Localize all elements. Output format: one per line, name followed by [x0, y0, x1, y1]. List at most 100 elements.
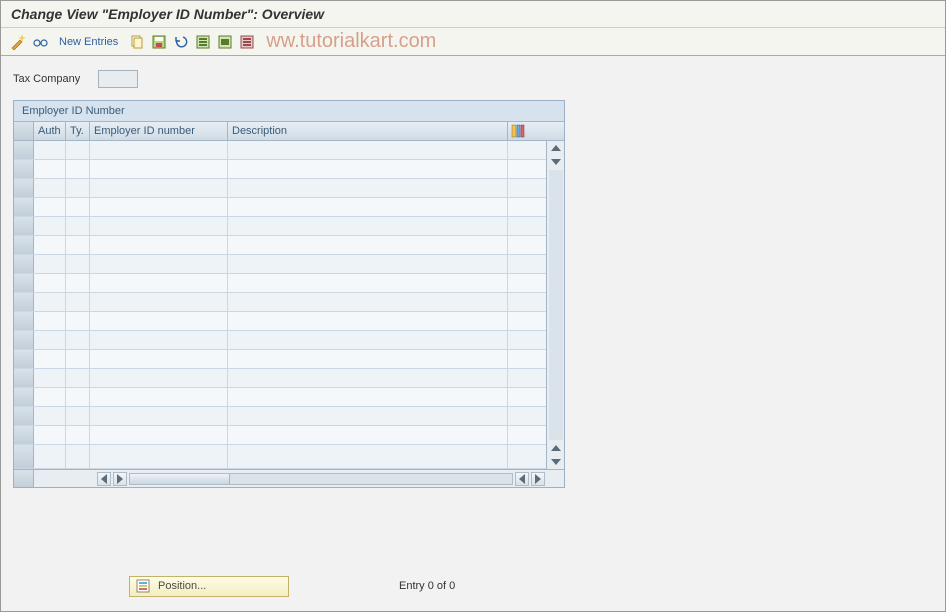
table-cell[interactable]: [34, 388, 66, 406]
table-cell[interactable]: [228, 255, 508, 273]
table-cell[interactable]: [228, 312, 508, 330]
table-cell[interactable]: [66, 179, 90, 197]
table-cell[interactable]: [90, 331, 228, 349]
table-cell[interactable]: [90, 179, 228, 197]
table-row[interactable]: [14, 293, 546, 312]
table-cell[interactable]: [14, 236, 34, 254]
deselect-icon[interactable]: [238, 33, 256, 51]
copy-icon[interactable]: [128, 33, 146, 51]
table-cell[interactable]: [90, 293, 228, 311]
scroll-up-icon[interactable]: [549, 141, 563, 155]
table-cell[interactable]: [228, 331, 508, 349]
table-cell[interactable]: [228, 388, 508, 406]
select-all-icon[interactable]: [194, 33, 212, 51]
table-settings-icon[interactable]: [508, 124, 528, 138]
scroll-up-small-icon[interactable]: [549, 441, 563, 455]
table-cell[interactable]: [14, 426, 34, 444]
new-entries-button[interactable]: New Entries: [59, 36, 118, 48]
table-cell[interactable]: [66, 331, 90, 349]
table-cell[interactable]: [14, 445, 34, 468]
table-row[interactable]: [14, 141, 546, 160]
table-cell[interactable]: [90, 198, 228, 216]
table-cell[interactable]: [228, 141, 508, 159]
table-cell[interactable]: [14, 255, 34, 273]
vertical-scrollbar[interactable]: [546, 141, 564, 469]
table-row[interactable]: [14, 445, 546, 469]
table-cell[interactable]: [228, 179, 508, 197]
table-cell[interactable]: [34, 255, 66, 273]
table-cell[interactable]: [14, 331, 34, 349]
col-header-selector[interactable]: [14, 122, 34, 140]
table-row[interactable]: [14, 312, 546, 331]
table-cell[interactable]: [66, 426, 90, 444]
scroll-down-small-icon[interactable]: [549, 155, 563, 169]
table-cell[interactable]: [90, 255, 228, 273]
table-cell[interactable]: [66, 141, 90, 159]
table-cell[interactable]: [228, 407, 508, 425]
table-cell[interactable]: [90, 312, 228, 330]
table-cell[interactable]: [66, 236, 90, 254]
table-cell[interactable]: [14, 407, 34, 425]
table-row[interactable]: [14, 160, 546, 179]
scroll-right-step-icon[interactable]: [113, 472, 127, 486]
table-cell[interactable]: [14, 198, 34, 216]
scroll-left-step-icon[interactable]: [515, 472, 529, 486]
table-cell[interactable]: [14, 350, 34, 368]
table-cell[interactable]: [14, 160, 34, 178]
table-cell[interactable]: [228, 198, 508, 216]
table-row[interactable]: [14, 426, 546, 445]
table-cell[interactable]: [14, 217, 34, 235]
table-cell[interactable]: [34, 217, 66, 235]
table-row[interactable]: [14, 331, 546, 350]
glasses-icon[interactable]: [31, 33, 49, 51]
table-cell[interactable]: [14, 141, 34, 159]
table-row[interactable]: [14, 407, 546, 426]
table-cell[interactable]: [228, 350, 508, 368]
table-cell[interactable]: [90, 217, 228, 235]
table-cell[interactable]: [14, 369, 34, 387]
table-cell[interactable]: [34, 198, 66, 216]
table-cell[interactable]: [34, 350, 66, 368]
table-cell[interactable]: [34, 445, 66, 468]
col-header-ty[interactable]: Ty.: [66, 122, 90, 140]
table-cell[interactable]: [66, 255, 90, 273]
scroll-track[interactable]: [549, 170, 563, 440]
table-row[interactable]: [14, 179, 546, 198]
table-cell[interactable]: [66, 445, 90, 468]
table-cell[interactable]: [34, 293, 66, 311]
table-cell[interactable]: [90, 388, 228, 406]
table-cell[interactable]: [228, 426, 508, 444]
table-cell[interactable]: [34, 426, 66, 444]
table-cell[interactable]: [66, 388, 90, 406]
scroll-down-icon[interactable]: [549, 455, 563, 469]
table-row[interactable]: [14, 369, 546, 388]
table-cell[interactable]: [34, 331, 66, 349]
table-cell[interactable]: [228, 293, 508, 311]
table-cell[interactable]: [66, 274, 90, 292]
table-cell[interactable]: [90, 160, 228, 178]
table-cell[interactable]: [34, 369, 66, 387]
table-row[interactable]: [14, 274, 546, 293]
scroll-right-icon[interactable]: [531, 472, 545, 486]
table-cell[interactable]: [14, 312, 34, 330]
table-cell[interactable]: [14, 293, 34, 311]
table-cell[interactable]: [66, 369, 90, 387]
table-cell[interactable]: [34, 179, 66, 197]
table-cell[interactable]: [90, 236, 228, 254]
table-cell[interactable]: [228, 160, 508, 178]
col-header-auth[interactable]: Auth: [34, 122, 66, 140]
tax-company-field[interactable]: [98, 70, 138, 88]
table-cell[interactable]: [228, 236, 508, 254]
horizontal-scrollbar[interactable]: [14, 469, 564, 487]
table-cell[interactable]: [14, 179, 34, 197]
table-cell[interactable]: [90, 426, 228, 444]
table-cell[interactable]: [34, 236, 66, 254]
table-cell[interactable]: [66, 217, 90, 235]
table-cell[interactable]: [66, 293, 90, 311]
table-cell[interactable]: [66, 407, 90, 425]
scroll-left-icon[interactable]: [97, 472, 111, 486]
undo-icon[interactable]: [172, 33, 190, 51]
col-header-ein[interactable]: Employer ID number: [90, 122, 228, 140]
table-row[interactable]: [14, 217, 546, 236]
table-cell[interactable]: [66, 160, 90, 178]
